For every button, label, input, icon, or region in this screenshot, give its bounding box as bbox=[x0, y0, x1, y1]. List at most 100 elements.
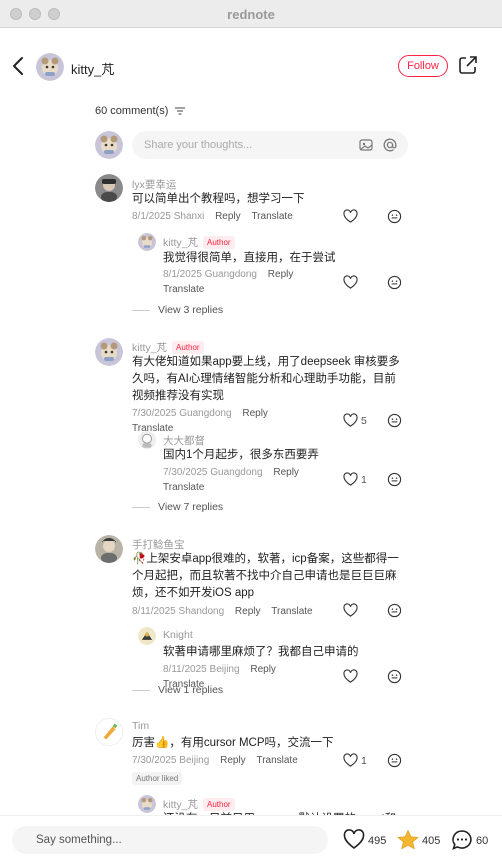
commenter-name-label[interactable]: kitty_芃 bbox=[132, 342, 167, 354]
translate-button[interactable]: Translate bbox=[251, 211, 292, 222]
commenter-avatar[interactable] bbox=[95, 338, 123, 366]
like-icon[interactable] bbox=[343, 413, 358, 428]
reply-button[interactable]: Reply bbox=[273, 467, 299, 478]
comment-text: 🥀上架安卓app很难的，软著，icp备案，这些都得一个月起把，而且软著不找中介自… bbox=[132, 553, 399, 599]
reply-button[interactable]: Reply bbox=[215, 211, 241, 222]
reply-author-label[interactable]: kitty_芃 bbox=[163, 799, 198, 811]
like-icon[interactable] bbox=[343, 209, 358, 224]
commenter-avatar[interactable] bbox=[95, 174, 123, 202]
reply-button[interactable]: Reply bbox=[242, 408, 268, 419]
reply-meta: 8/1/2025 Guangdong Reply Translate bbox=[163, 267, 323, 297]
reply-avatar[interactable] bbox=[138, 233, 156, 251]
commenter-avatar[interactable] bbox=[95, 718, 123, 746]
view-replies-label[interactable]: View 3 replies bbox=[158, 304, 223, 316]
reply-avatar[interactable] bbox=[138, 795, 156, 813]
reply-emoji-icon[interactable] bbox=[387, 669, 402, 684]
author-username[interactable]: kitty_芃 bbox=[71, 59, 114, 78]
comment-location: Guangdong bbox=[179, 408, 232, 419]
reply-author-name[interactable]: kitty_芃 Author bbox=[163, 797, 235, 812]
comment-meta: 7/30/2025 Guangdong Reply Translate bbox=[132, 406, 302, 436]
window-title: rednote bbox=[227, 7, 275, 22]
reply-emoji-icon[interactable] bbox=[387, 603, 402, 618]
star-icon[interactable] bbox=[397, 829, 419, 851]
like-count: 5 bbox=[361, 415, 367, 427]
view-replies-button[interactable]: View 3 replies bbox=[132, 304, 223, 316]
reply-author-name[interactable]: 大大都督 bbox=[163, 433, 205, 448]
share-icon[interactable] bbox=[458, 55, 478, 75]
commenter-avatar[interactable] bbox=[95, 535, 123, 563]
reply-emoji-icon[interactable] bbox=[387, 275, 402, 290]
comment-count: 60 comment(s) bbox=[95, 105, 186, 117]
comment-count-label: 60 comment(s) bbox=[95, 105, 169, 117]
sort-icon[interactable] bbox=[175, 107, 186, 115]
reply-emoji-icon[interactable] bbox=[387, 472, 402, 487]
back-arrow-icon[interactable] bbox=[10, 55, 28, 77]
like-icon[interactable] bbox=[343, 669, 358, 684]
reply-button[interactable]: Reply bbox=[268, 269, 294, 280]
reply-date: 8/11/2025 bbox=[163, 664, 207, 675]
follow-button[interactable]: Follow bbox=[398, 55, 448, 77]
comment-date: 8/11/2025 bbox=[132, 606, 176, 617]
reply-button[interactable]: Reply bbox=[250, 664, 276, 675]
reply-location: Beijing bbox=[209, 664, 240, 675]
current-user-avatar bbox=[95, 131, 123, 159]
comment-text: 厉害👍，有用cursor MCP吗，交流一下 bbox=[132, 737, 334, 749]
like-count: 1 bbox=[361, 755, 367, 767]
reply-avatar[interactable] bbox=[138, 431, 156, 449]
comment-text: 可以简单出个教程吗，想学习一下 bbox=[132, 193, 305, 205]
translate-button[interactable]: Translate bbox=[271, 606, 312, 617]
author-badge: Author bbox=[203, 236, 235, 249]
view-replies-label[interactable]: View 7 replies bbox=[158, 501, 223, 513]
author-badge: Author bbox=[203, 798, 235, 811]
view-replies-button[interactable]: View 1 replies bbox=[132, 684, 223, 696]
like-icon[interactable] bbox=[343, 472, 358, 487]
translate-button[interactable]: Translate bbox=[163, 482, 204, 493]
reply-text: 我觉得很简单，直接用，在于尝试 bbox=[163, 252, 336, 264]
comment-icon[interactable] bbox=[451, 829, 473, 851]
commenter-name[interactable]: lyx要幸运 bbox=[132, 177, 176, 192]
mention-icon[interactable] bbox=[382, 137, 398, 153]
like-icon[interactable] bbox=[343, 275, 358, 290]
reply-author-label[interactable]: kitty_芃 bbox=[163, 237, 198, 249]
image-icon[interactable] bbox=[358, 137, 374, 153]
like-icon[interactable] bbox=[343, 603, 358, 618]
comment-location: Shanxi bbox=[173, 211, 205, 222]
say-something-input[interactable] bbox=[12, 826, 328, 854]
reply-button[interactable]: Reply bbox=[235, 606, 261, 617]
author-badge: Author bbox=[172, 341, 204, 354]
reply-author-name[interactable]: kitty_芃 Author bbox=[163, 235, 235, 250]
comment-location: Beijing bbox=[179, 755, 210, 766]
reply-text: 软著申请哪里麻烦了？我都自己申请的 bbox=[163, 646, 359, 658]
view-replies-label[interactable]: View 1 replies bbox=[158, 684, 223, 696]
author-avatar[interactable] bbox=[36, 53, 64, 81]
commenter-name[interactable]: 手打鲶鱼宝 bbox=[132, 537, 185, 552]
commenter-name[interactable]: kitty_芃 Author bbox=[132, 340, 204, 355]
reply-text: 国内1个月起步，很多东西要弄 bbox=[163, 449, 319, 461]
reply-emoji-icon[interactable] bbox=[387, 209, 402, 224]
app-window: rednote kitty_芃 Follow 60 comment(s) Sha… bbox=[0, 0, 502, 859]
comment-location: Shandong bbox=[178, 606, 225, 617]
reply-author-name[interactable]: Knight bbox=[163, 629, 193, 641]
reply-location: Guangdong bbox=[210, 467, 263, 478]
commenter-name[interactable]: Tim bbox=[132, 720, 149, 732]
bottom-action-bar: 495 405 60 bbox=[0, 815, 502, 859]
translate-button[interactable]: Translate bbox=[163, 284, 204, 295]
reply-avatar[interactable] bbox=[138, 627, 156, 645]
reply-emoji-icon[interactable] bbox=[387, 753, 402, 768]
author-liked-tag: Author liked bbox=[132, 772, 183, 785]
divider-line bbox=[132, 689, 150, 691]
reply-meta: 7/30/2025 Guangdong Reply Translate bbox=[163, 465, 323, 495]
reply-button[interactable]: Reply bbox=[220, 755, 246, 766]
translate-button[interactable]: Translate bbox=[256, 755, 297, 766]
like-icon[interactable] bbox=[343, 829, 365, 851]
like-icon[interactable] bbox=[343, 753, 358, 768]
like-count: 1 bbox=[361, 474, 367, 486]
reply-emoji-icon[interactable] bbox=[387, 413, 402, 428]
comment-meta: 7/30/2025 Beijing Reply Translate bbox=[132, 753, 332, 768]
likes-count: 495 bbox=[368, 835, 387, 847]
comments-count: 60 bbox=[476, 835, 489, 847]
post-header: kitty_芃 Follow bbox=[0, 28, 502, 104]
title-bar: rednote bbox=[0, 0, 502, 28]
divider-line bbox=[132, 309, 150, 311]
view-replies-button[interactable]: View 7 replies bbox=[132, 501, 223, 513]
